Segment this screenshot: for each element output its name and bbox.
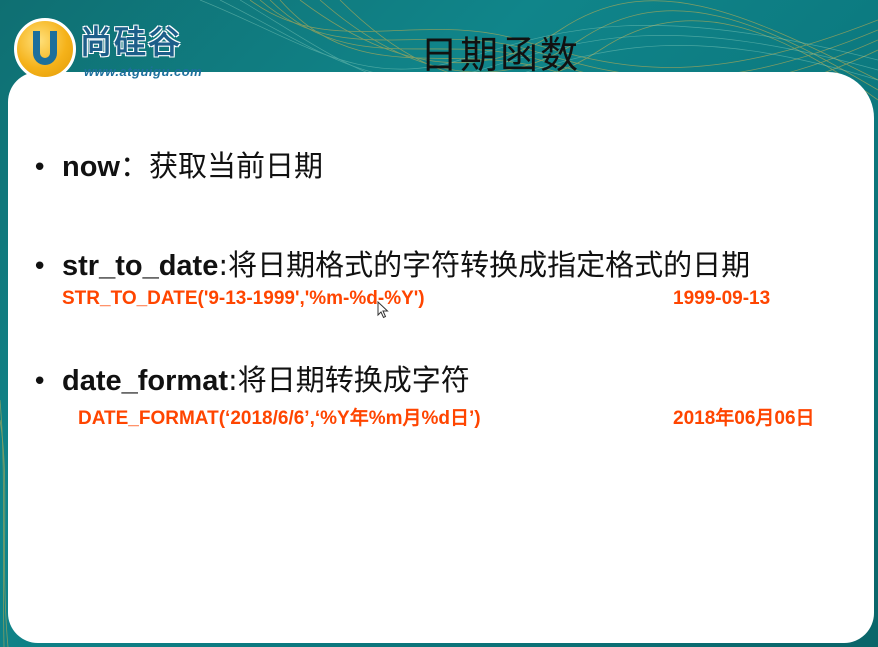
function-description: 获取当前日期 [149, 149, 324, 183]
separator: : [218, 248, 229, 282]
function-description: 将日期格式的字符转换成指定格式的日期 [228, 248, 751, 282]
function-name: now [62, 151, 120, 183]
brand-logo: 尚硅谷 www.atguigu.com [14, 18, 228, 86]
bullet-date-format: • date_format:将日期转换成字符 [32, 362, 470, 400]
bullet-now: • now：获取当前日期 [32, 148, 323, 186]
example-code: DATE_FORMAT(‘2018/6/6’,‘%Y年%m月%d日’) [78, 408, 481, 429]
example-result: 2018年06月06日 [673, 408, 815, 429]
bullet-dot: • [32, 153, 48, 183]
logo-name: 尚硅谷 [80, 23, 183, 61]
slide: 尚硅谷 www.atguigu.com 日期函数 • now：获取当前日期 • st… [0, 0, 878, 647]
example-result: 1999-09-13 [673, 288, 771, 309]
example-code: STR_TO_DATE('9-13-1999','%m-%d-%Y') [62, 288, 425, 309]
function-name: date_format [62, 365, 228, 397]
logo-url: www.atguigu.com [84, 64, 203, 79]
function-description: 将日期转换成字符 [237, 363, 470, 397]
mouse-pointer-icon [377, 301, 389, 319]
function-name: str_to_date [62, 250, 219, 282]
bullet-str-to-date: • str_to_date:将日期格式的字符转换成指定格式的日期 [32, 247, 750, 285]
separator: : [228, 363, 238, 397]
bullet-dot: • [32, 367, 48, 397]
slide-title: 日期函数 [420, 33, 581, 77]
logo-u-icon [14, 18, 76, 80]
bullet-dot: • [32, 252, 48, 282]
separator: ： [120, 149, 150, 183]
